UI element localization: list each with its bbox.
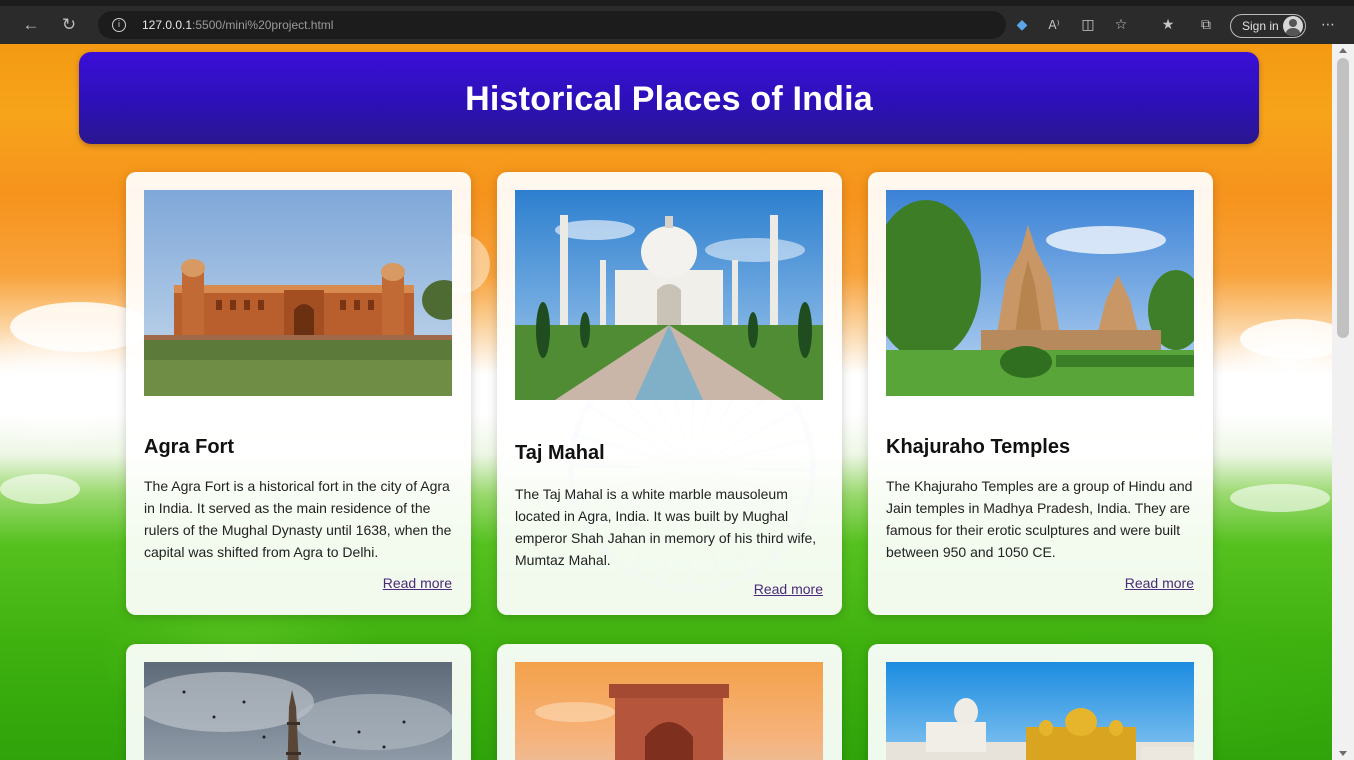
agra-fort-image [144,190,452,396]
scroll-down-icon[interactable] [1339,751,1347,756]
browser-toolbar: ← ↻ i 127.0.0.1:5500/mini%20project.html… [0,0,1354,44]
place-card-golden-temple [868,644,1213,760]
place-card-khajuraho-temples: Khajuraho Temples The Khajuraho Temples … [868,172,1213,615]
place-card-india-gate [497,644,842,760]
back-icon[interactable]: ← [18,12,44,38]
scroll-up-icon[interactable] [1339,48,1347,53]
sign-in-label: Sign in [1242,19,1279,33]
url-path: :5500/mini%20project.html [192,18,334,32]
card-description: The Taj Mahal is a white marble mausoleu… [515,486,817,568]
refresh-icon[interactable]: ↻ [56,12,82,38]
qutub-minar-image [144,662,452,760]
favorites-icon[interactable]: ★ [1158,15,1178,35]
immersive-reader-icon[interactable]: ◫ [1078,15,1098,35]
card-title: Taj Mahal [515,442,605,464]
taj-mahal-image [515,190,823,400]
place-card-taj-mahal: Taj Mahal The Taj Mahal is a white marbl… [497,172,842,615]
more-icon[interactable]: ⋯ [1318,15,1338,35]
read-more-link[interactable]: Read more [383,575,452,591]
read-more-link[interactable]: Read more [754,581,823,597]
paint-splash [1230,484,1330,512]
page-scrollbar[interactable] [1332,44,1354,760]
read-more-link[interactable]: Read more [1125,575,1194,591]
read-aloud-icon[interactable]: A⁾ [1044,15,1064,35]
place-card-qutub-minar [126,644,471,760]
card-description: The Agra Fort is a historical fort in th… [144,478,452,560]
page-header: Historical Places of India [79,52,1259,144]
khajuraho-temples-image [886,190,1194,396]
card-title: Agra Fort [144,436,234,458]
golden-temple-image [886,662,1194,760]
card-description: The Khajuraho Temples are a group of Hin… [886,478,1193,560]
info-icon[interactable]: i [112,18,126,32]
india-gate-image [515,662,823,760]
scrollbar-thumb[interactable] [1337,58,1349,338]
page-viewport: Historical Places of India Agra Fort The… [0,44,1354,760]
profile-icon [1283,16,1303,36]
page-title: Historical Places of India [465,80,873,118]
paint-splash [1240,319,1332,359]
shopping-tag-icon[interactable]: ◆ [1012,15,1032,35]
address-bar[interactable]: i 127.0.0.1:5500/mini%20project.html [98,11,1006,39]
sign-in-button[interactable]: Sign in [1230,14,1306,38]
url-text[interactable]: 127.0.0.1:5500/mini%20project.html [142,11,333,39]
add-favorite-icon[interactable]: ☆ [1111,15,1131,35]
paint-splash [0,474,80,504]
url-host: 127.0.0.1 [142,18,193,32]
card-title: Khajuraho Temples [886,436,1071,458]
place-card-agra-fort: Agra Fort The Agra Fort is a historical … [126,172,471,615]
collections-icon[interactable]: ⧉ [1196,15,1216,35]
